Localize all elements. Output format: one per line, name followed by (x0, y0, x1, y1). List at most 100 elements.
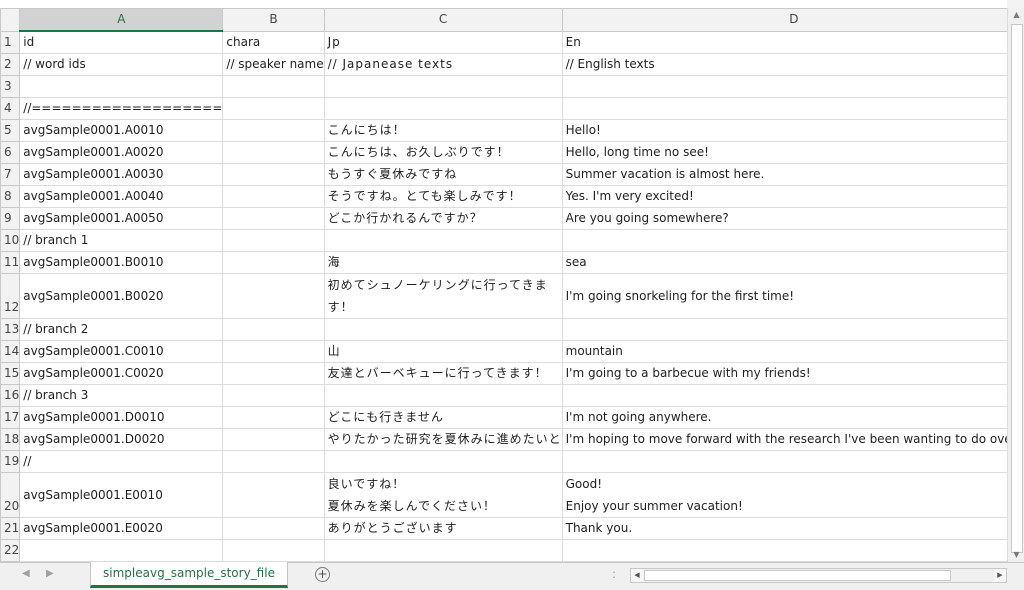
vertical-scrollbar[interactable]: ▲ ▼ (1007, 8, 1024, 562)
cell-c[interactable] (323, 384, 563, 407)
cell-d[interactable]: Hello, long time no see! (561, 141, 1007, 164)
row-header[interactable]: 4 (0, 97, 21, 120)
cell-d[interactable] (561, 384, 1007, 407)
cell-a[interactable]: avgSample0001.E0010 (19, 472, 224, 518)
cell-c[interactable]: 友達とバーベキューに行ってきます！ (323, 362, 563, 385)
cell-c[interactable]: こんにちは！ (323, 119, 563, 142)
scroll-right-icon[interactable]: ▶ (994, 569, 1006, 582)
cell-b[interactable]: // speaker name (222, 53, 325, 76)
cell-a[interactable]: // (19, 450, 224, 473)
cell-d[interactable]: sea (561, 251, 1007, 274)
cell-b[interactable] (222, 273, 325, 319)
cell-d[interactable]: I'm going snorkeling for the first time! (561, 273, 1007, 319)
cell-c[interactable] (323, 539, 563, 562)
cell-c[interactable] (323, 318, 563, 341)
cell-c[interactable]: 海 (323, 251, 563, 274)
cell-b[interactable] (222, 163, 325, 186)
cell-b[interactable] (222, 450, 325, 473)
cell-b[interactable] (222, 119, 325, 142)
cell-b[interactable] (222, 229, 325, 252)
row-header[interactable]: 18 (0, 428, 21, 451)
cell-b[interactable] (222, 539, 325, 562)
column-header-a[interactable]: A (19, 8, 224, 32)
row-header[interactable]: 9 (0, 207, 21, 230)
cell-c[interactable] (323, 229, 563, 252)
cell-d[interactable]: En (561, 30, 1007, 54)
cell-d[interactable]: // English texts (561, 53, 1007, 76)
row-header[interactable]: 19 (0, 450, 21, 473)
cell-c[interactable]: どこにも行きません (323, 406, 563, 429)
cell-a[interactable]: id (19, 30, 224, 54)
cell-a[interactable]: avgSample0001.B0010 (19, 251, 224, 274)
cell-d[interactable] (561, 97, 1007, 120)
cell-b[interactable] (222, 384, 325, 407)
cell-b[interactable] (222, 207, 325, 230)
scroll-up-icon[interactable]: ▲ (1008, 8, 1024, 22)
sheet-nav-next-icon[interactable]: ▶ (46, 568, 54, 579)
cell-d[interactable]: Hello! (561, 119, 1007, 142)
cell-b[interactable]: chara (222, 30, 325, 54)
row-header[interactable]: 1 (0, 30, 21, 54)
column-header-c[interactable]: C (323, 8, 563, 32)
row-header[interactable]: 8 (0, 185, 21, 208)
cell-c[interactable] (323, 75, 563, 98)
cell-b[interactable] (222, 185, 325, 208)
cell-c[interactable] (323, 450, 563, 473)
column-header-d[interactable]: D (561, 8, 1007, 32)
cell-a[interactable]: avgSample0001.A0010 (19, 119, 224, 142)
cell-a[interactable]: avgSample0001.A0050 (19, 207, 224, 230)
cell-a[interactable]: avgSample0001.D0020 (19, 428, 224, 451)
cell-a[interactable]: avgSample0001.C0010 (19, 340, 224, 363)
cell-d[interactable] (561, 229, 1007, 252)
scroll-down-icon[interactable]: ▼ (1008, 548, 1024, 562)
sheet-nav-prev-icon[interactable]: ◀ (22, 568, 30, 579)
cell-d[interactable] (561, 318, 1007, 341)
cell-a[interactable] (19, 75, 224, 98)
cell-d[interactable]: Are you going somewhere? (561, 207, 1007, 230)
cell-b[interactable] (222, 318, 325, 341)
cell-b[interactable] (222, 251, 325, 274)
cell-a[interactable]: //=================== (19, 97, 224, 120)
cell-d[interactable] (561, 539, 1007, 562)
worksheet-grid[interactable]: ABCDEFG 1id chara Jp En 2// word ids // speak… (0, 0, 1007, 562)
cell-d[interactable]: Yes. I'm very excited! (561, 185, 1007, 208)
tab-splitter-handle[interactable]: : (612, 567, 617, 581)
cell-d[interactable]: Good! Enjoy your summer vacation! (561, 472, 1007, 518)
row-header[interactable]: 21 (0, 517, 21, 540)
cell-a[interactable]: // branch 3 (19, 384, 224, 407)
cell-a[interactable]: // word ids (19, 53, 224, 76)
row-header[interactable]: 16 (0, 384, 21, 407)
row-header[interactable]: 2 (0, 53, 21, 76)
cell-c[interactable]: 初めてシュノーケリングに行ってきま す！ (323, 273, 563, 319)
cell-b[interactable] (222, 75, 325, 98)
select-all-corner[interactable] (0, 8, 21, 32)
cell-a[interactable]: avgSample0001.B0020 (19, 273, 224, 319)
cell-c[interactable]: 良いですね！ 夏休みを楽しんでください！ (323, 472, 563, 518)
row-header[interactable]: 22 (0, 539, 21, 562)
cell-b[interactable] (222, 340, 325, 363)
cell-d[interactable]: mountain (561, 340, 1007, 363)
cell-c[interactable]: やりたかった研究を夏休みに進めたいと (323, 428, 563, 451)
cell-b[interactable] (222, 428, 325, 451)
horizontal-scrollbar[interactable]: ◀ ▶ (630, 568, 1007, 583)
row-header[interactable]: 5 (0, 119, 21, 142)
row-header[interactable]: 14 (0, 340, 21, 363)
cell-a[interactable]: avgSample0001.A0030 (19, 163, 224, 186)
cell-d[interactable] (561, 450, 1007, 473)
row-header[interactable]: 12 (0, 273, 21, 319)
cell-c[interactable]: どこか行かれるんですか？ (323, 207, 563, 230)
vertical-scroll-thumb[interactable] (1011, 24, 1023, 553)
sheet-tab-simpleavg[interactable]: simpleavg_sample_story_file (90, 562, 288, 588)
cell-c[interactable] (323, 97, 563, 120)
row-header[interactable]: 6 (0, 141, 21, 164)
cell-b[interactable] (222, 362, 325, 385)
cell-c[interactable]: もうすぐ夏休みですね (323, 163, 563, 186)
row-header[interactable]: 20 (0, 472, 21, 518)
cell-a[interactable]: avgSample0001.C0020 (19, 362, 224, 385)
cell-a[interactable]: avgSample0001.E0020 (19, 517, 224, 540)
cell-c[interactable]: Jp (323, 30, 563, 54)
cell-d[interactable]: Summer vacation is almost here. (561, 163, 1007, 186)
scroll-left-icon[interactable]: ◀ (631, 569, 643, 582)
cell-b[interactable] (222, 406, 325, 429)
row-header[interactable]: 7 (0, 163, 21, 186)
